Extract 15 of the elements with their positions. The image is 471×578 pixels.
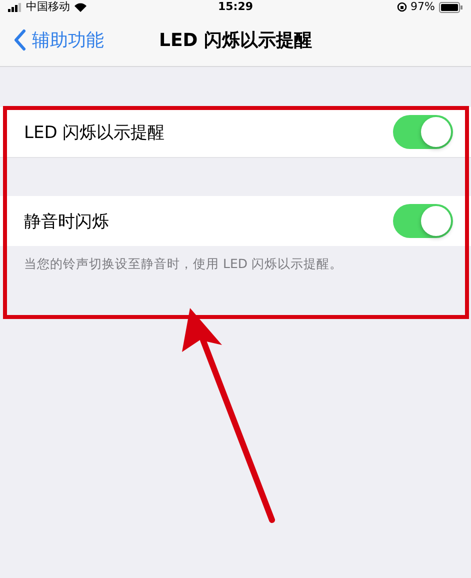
setting-label: 静音时闪烁 (24, 210, 109, 232)
signal-icon (8, 2, 22, 12)
back-button[interactable]: 辅助功能 (0, 28, 104, 52)
setting-label: LED 闪烁以示提醒 (24, 122, 165, 144)
chevron-left-icon (14, 29, 26, 51)
carrier-name: 中国移动 (26, 1, 70, 13)
rotation-lock-icon (396, 2, 407, 12)
footer-note: 当您的铃声切换设至静音时，使用 LED 闪烁以示提醒。 (24, 256, 344, 273)
battery-percent: 97% (410, 1, 435, 13)
clock-time: 15:29 (218, 1, 253, 13)
toggle-switch[interactable] (393, 204, 453, 238)
wifi-icon (74, 2, 87, 12)
toggle-switch[interactable] (393, 115, 453, 149)
page-title: LED 闪烁以示提醒 (159, 29, 312, 52)
battery-icon (438, 2, 463, 12)
